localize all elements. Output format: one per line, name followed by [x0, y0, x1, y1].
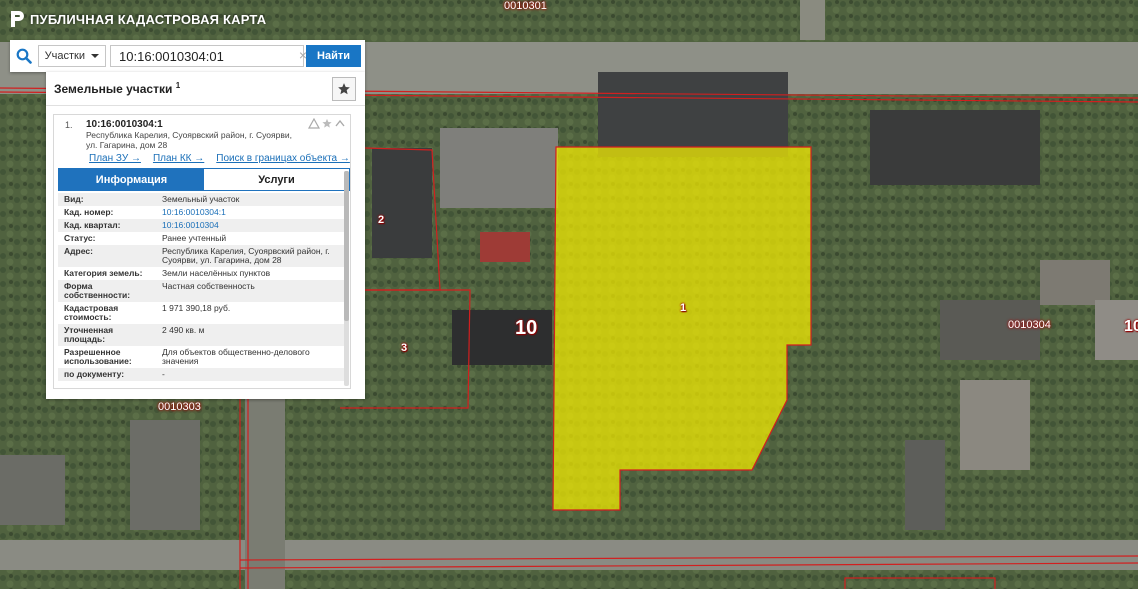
parcel-plan-link[interactable]: План ЗУ →: [89, 153, 141, 164]
item-tabs: Информация Услуги: [58, 168, 350, 191]
attribute-row: Категория земель: Земли населённых пункто…: [58, 267, 346, 280]
panel-scrollbar[interactable]: [344, 171, 349, 386]
search-input[interactable]: [110, 45, 305, 67]
clear-icon[interactable]: ×: [299, 48, 307, 62]
attribute-key: Форма собственности:: [64, 281, 131, 300]
panel-title-text: Земельные участки: [54, 82, 173, 96]
quarter-label-right: 0010304: [1008, 319, 1051, 331]
chevron-down-icon: [91, 54, 100, 58]
attribute-row: Кад. номер: 10:16:0010304:1: [58, 206, 346, 219]
edge-number-label: 10: [1124, 318, 1138, 335]
panel-title: Земельные участки 1: [54, 81, 180, 96]
panel-header: Земельные участки 1: [46, 72, 365, 106]
item-links: План ЗУ → План КК → Поиск в границах объ…: [89, 153, 350, 164]
warning-icon[interactable]: [308, 118, 320, 129]
attribute-value: Земельный участок: [162, 194, 240, 204]
tab-information[interactable]: Информация: [59, 169, 204, 190]
logo-icon: [11, 11, 24, 27]
block-number-label: 10: [515, 317, 538, 339]
star-icon[interactable]: [321, 118, 333, 129]
attribute-key: Разрешенное использование:: [64, 347, 132, 366]
result-panel: Земельные участки 1 1. 10:16:0010304:1 Р…: [46, 72, 365, 399]
attribute-value-link[interactable]: 10:16:0010304:1: [156, 206, 346, 219]
attribute-key: Кадастровая стоимость:: [64, 303, 119, 322]
attribute-row: Уточненная площадь: 2 490 кв. м: [58, 324, 346, 346]
scrollbar-thumb[interactable]: [344, 171, 349, 321]
star-icon: [338, 82, 350, 94]
attribute-row: Форма собственности: Частная собственност…: [58, 280, 346, 302]
attributes-table: Вид: Земельный участок Кад. номер: 10:16:00…: [58, 193, 346, 381]
search-button[interactable]: Найти: [306, 45, 361, 67]
attribute-key: Вид:: [64, 194, 84, 204]
attribute-row: Статус: Ранее учтенный: [58, 232, 346, 245]
attribute-key: по документу:: [64, 369, 125, 379]
search-bar: Участки × Найти: [10, 40, 365, 72]
attribute-value: 2 490 кв. м: [162, 325, 205, 335]
quarter-plan-link[interactable]: План КК →: [153, 153, 204, 164]
object-type-label: Участки: [44, 50, 86, 62]
attribute-value: 1 971 390,18 руб.: [162, 303, 231, 313]
item-tools: [308, 118, 346, 129]
parcel-label-3: 3: [401, 342, 408, 354]
chevron-up-icon[interactable]: [334, 118, 346, 129]
attribute-value: Республика Карелия, Суоярвский район, г.…: [162, 246, 330, 265]
quarter-label-top: 0010301: [504, 0, 547, 12]
attribute-value: Земли населённых пунктов: [162, 268, 271, 278]
search-in-bounds-link[interactable]: Поиск в границах объекта →: [216, 153, 350, 164]
attribute-key: Статус:: [64, 233, 96, 243]
attribute-value: Частная собственность: [162, 281, 255, 291]
app-title: ПУБЛИЧНАЯ КАДАСТРОВАЯ КАРТА: [30, 11, 267, 27]
search-icon[interactable]: [10, 40, 38, 72]
result-item: 1. 10:16:0010304:1 Республика Карелия, С…: [53, 114, 351, 389]
parcel-label-2: 2: [378, 214, 385, 226]
quarter-label-left: 0010303: [158, 401, 201, 413]
result-count: 1: [175, 81, 181, 90]
item-address: Республика Карелия, Суоярвский район, г.…: [86, 130, 292, 150]
attribute-value-link[interactable]: 10:16:0010304: [156, 219, 346, 232]
attribute-row: Адрес: Республика Карелия, Суоярвский рай…: [58, 245, 346, 267]
attribute-value: Ранее учтенный: [162, 233, 227, 243]
tab-services[interactable]: Услуги: [204, 169, 349, 190]
attribute-row: Кад. квартал: 10:16:0010304: [58, 219, 346, 232]
attribute-key: Кад. квартал:: [64, 220, 121, 230]
app-header: ПУБЛИЧНАЯ КАДАСТРОВАЯ КАРТА: [10, 10, 266, 28]
parcel-label-1: 1: [680, 302, 687, 314]
attribute-row: Вид: Земельный участок: [58, 193, 346, 206]
object-type-select[interactable]: Участки: [37, 45, 107, 67]
favorites-button[interactable]: [332, 76, 356, 101]
attribute-value: -: [162, 369, 165, 379]
attribute-key: Адрес:: [64, 246, 93, 256]
attribute-row: по документу: -: [58, 368, 346, 381]
item-cadastral-number: 10:16:0010304:1: [86, 119, 163, 130]
attribute-row: Разрешенное использование: Для объектов о…: [58, 346, 346, 368]
attribute-key: Категория земель:: [64, 268, 143, 278]
attribute-key: Кад. номер:: [64, 207, 114, 217]
attribute-row: Кадастровая стоимость: 1 971 390,18 руб.: [58, 302, 346, 324]
item-index: 1.: [65, 120, 73, 130]
attribute-key: Уточненная площадь:: [64, 325, 114, 344]
attribute-value: Для объектов общественно-делового значен…: [162, 347, 310, 366]
